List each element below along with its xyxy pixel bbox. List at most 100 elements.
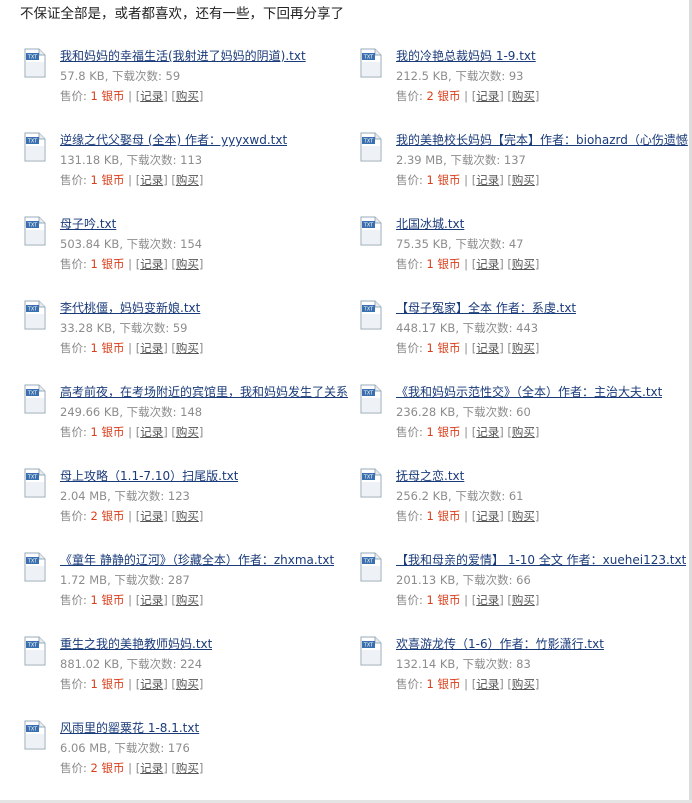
- txt-file-icon[interactable]: TXT: [360, 468, 382, 498]
- svg-text:TXT: TXT: [363, 55, 374, 61]
- attachment-filename-link[interactable]: 欢喜游龙传（1-6）作者：竹影潇行.txt: [396, 634, 604, 654]
- buy-link[interactable]: 购买: [512, 89, 535, 103]
- svg-text:TXT: TXT: [363, 223, 374, 229]
- txt-file-icon[interactable]: TXT: [360, 552, 382, 582]
- attachment-item: TXT 欢喜游龙传（1-6）作者：竹影潇行.txt 132.14 KB, 下载次…: [360, 634, 692, 718]
- attachment-size-downloads: 256.2 KB, 下载次数: 61: [396, 489, 524, 503]
- attachment-filename-link[interactable]: 【我和母亲的爱情】 1-10 全文 作者：xuehei123.txt: [396, 550, 686, 570]
- attachment-price-row: 售价: 1 银币 | [记录] [购买]: [396, 425, 540, 439]
- txt-file-icon[interactable]: TXT: [24, 552, 46, 582]
- record-link[interactable]: 记录: [476, 425, 499, 439]
- record-link[interactable]: 记录: [140, 509, 163, 523]
- price-amount: 2 银币: [90, 509, 125, 523]
- attachment-filename-link[interactable]: 我的冷艳总裁妈妈 1-9.txt: [396, 46, 539, 66]
- buy-link[interactable]: 购买: [512, 173, 535, 187]
- txt-file-icon[interactable]: TXT: [24, 216, 46, 246]
- attachment-size-downloads: 131.18 KB, 下载次数: 113: [60, 153, 203, 167]
- txt-file-icon[interactable]: TXT: [360, 636, 382, 666]
- price-amount: 2 银币: [90, 761, 125, 775]
- record-link[interactable]: 记录: [140, 173, 163, 187]
- attachment-filename-link[interactable]: 我的美艳校长妈妈【完本】作者：biohazrd（心伤遗憾: [396, 130, 688, 150]
- record-link[interactable]: 记录: [476, 593, 499, 607]
- attachment-item: TXT 【我和母亲的爱情】 1-10 全文 作者：xuehei123.txt 2…: [360, 550, 692, 634]
- buy-link[interactable]: 购买: [512, 509, 535, 523]
- svg-text:TXT: TXT: [27, 139, 38, 145]
- attachment-filename-link[interactable]: 北国冰城.txt: [396, 214, 539, 234]
- buy-link[interactable]: 购买: [176, 593, 199, 607]
- attachment-item: TXT 我的美艳校长妈妈【完本】作者：biohazrd（心伤遗憾 2.39 MB…: [360, 130, 692, 214]
- record-link[interactable]: 记录: [476, 341, 499, 355]
- txt-file-icon[interactable]: TXT: [360, 48, 382, 78]
- buy-link[interactable]: 购买: [176, 509, 199, 523]
- attachment-size-downloads: 33.28 KB, 下载次数: 59: [60, 321, 188, 335]
- txt-file-icon[interactable]: TXT: [24, 636, 46, 666]
- attachment-filename-link[interactable]: 《童年 静静的辽河》（珍藏全本）作者：zhxma.txt: [60, 550, 334, 570]
- attachment-filename-link[interactable]: 抚母之恋.txt: [396, 466, 539, 486]
- buy-link[interactable]: 购买: [512, 257, 535, 271]
- attachment-size-downloads: 1.72 MB, 下载次数: 287: [60, 573, 190, 587]
- record-link[interactable]: 记录: [140, 425, 163, 439]
- record-link[interactable]: 记录: [476, 257, 499, 271]
- svg-text:TXT: TXT: [27, 307, 38, 313]
- txt-file-icon[interactable]: TXT: [24, 384, 46, 414]
- post-intro-text: 不保证全部是，或者都喜欢，还有一些，下回再分享了: [20, 6, 344, 22]
- attachment-filename-link[interactable]: 我和妈妈的幸福生活(我射进了妈妈的阴道).txt: [60, 46, 306, 66]
- attachment-price-row: 售价: 1 银币 | [记录] [购买]: [396, 593, 540, 607]
- txt-file-icon[interactable]: TXT: [360, 384, 382, 414]
- attachment-item: TXT 重生之我的美艳教师妈妈.txt 881.02 KB, 下载次数: 224…: [24, 634, 360, 718]
- attachment-item: TXT 我和妈妈的幸福生活(我射进了妈妈的阴道).txt 57.8 KB, 下载…: [24, 46, 360, 130]
- attachment-item: TXT 北国冰城.txt 75.35 KB, 下载次数: 47 售价: 1 银币…: [360, 214, 692, 298]
- buy-link[interactable]: 购买: [176, 257, 199, 271]
- svg-text:TXT: TXT: [27, 727, 38, 733]
- attachment-size-downloads: 503.84 KB, 下载次数: 154: [60, 237, 203, 251]
- buy-link[interactable]: 购买: [176, 173, 199, 187]
- buy-link[interactable]: 购买: [512, 593, 535, 607]
- record-link[interactable]: 记录: [476, 677, 499, 691]
- attachment-item: TXT 高考前夜，在考场附近的宾馆里，我和妈妈发生了关系 249.66 KB, …: [24, 382, 360, 466]
- txt-file-icon[interactable]: TXT: [360, 216, 382, 246]
- attachment-size-downloads: 132.14 KB, 下载次数: 83: [396, 657, 531, 671]
- txt-file-icon[interactable]: TXT: [24, 132, 46, 162]
- attachment-filename-link[interactable]: 重生之我的美艳教师妈妈.txt: [60, 634, 212, 654]
- record-link[interactable]: 记录: [140, 593, 163, 607]
- attachment-price-row: 售价: 2 银币 | [记录] [购买]: [396, 89, 540, 103]
- txt-file-icon[interactable]: TXT: [360, 300, 382, 330]
- record-link[interactable]: 记录: [140, 761, 163, 775]
- attachment-filename-link[interactable]: 【母子冤家】全本 作者：系虔.txt: [396, 298, 576, 318]
- attachment-filename-link[interactable]: 风雨里的罂粟花 1-8.1.txt: [60, 718, 203, 738]
- svg-text:TXT: TXT: [27, 391, 38, 397]
- attachment-filename-link[interactable]: 逆缘之代父娶母 (全本) 作者：yyyxwd.txt: [60, 130, 287, 150]
- record-link[interactable]: 记录: [140, 89, 163, 103]
- buy-link[interactable]: 购买: [176, 425, 199, 439]
- attachment-item: TXT 《我和妈妈示范性交》（全本）作者：主治大夫.txt 236.28 KB,…: [360, 382, 692, 466]
- buy-link[interactable]: 购买: [176, 341, 199, 355]
- record-link[interactable]: 记录: [476, 89, 499, 103]
- attachment-size-downloads: 2.39 MB, 下载次数: 137: [396, 153, 526, 167]
- buy-link[interactable]: 购买: [176, 89, 199, 103]
- record-link[interactable]: 记录: [476, 509, 499, 523]
- buy-link[interactable]: 购买: [512, 425, 535, 439]
- svg-text:TXT: TXT: [363, 643, 374, 649]
- txt-file-icon[interactable]: TXT: [24, 48, 46, 78]
- attachment-filename-link[interactable]: 高考前夜，在考场附近的宾馆里，我和妈妈发生了关系: [60, 382, 348, 402]
- buy-link[interactable]: 购买: [512, 677, 535, 691]
- attachment-item: TXT 母子吟.txt 503.84 KB, 下载次数: 154 售价: 1 银…: [24, 214, 360, 298]
- record-link[interactable]: 记录: [476, 173, 499, 187]
- attachment-price-row: 售价: 1 银币 | [记录] [购买]: [60, 89, 204, 103]
- txt-file-icon[interactable]: TXT: [24, 720, 46, 750]
- svg-text:TXT: TXT: [363, 391, 374, 397]
- txt-file-icon[interactable]: TXT: [24, 468, 46, 498]
- buy-link[interactable]: 购买: [512, 341, 535, 355]
- txt-file-icon[interactable]: TXT: [360, 132, 382, 162]
- record-link[interactable]: 记录: [140, 677, 163, 691]
- attachment-filename-link[interactable]: 李代桃僵，妈妈变新娘.txt: [60, 298, 203, 318]
- buy-link[interactable]: 购买: [176, 677, 199, 691]
- attachment-filename-link[interactable]: 母上攻略（1.1-7.10）扫尾版.txt: [60, 466, 238, 486]
- record-link[interactable]: 记录: [140, 257, 163, 271]
- buy-link[interactable]: 购买: [176, 761, 199, 775]
- txt-file-icon[interactable]: TXT: [24, 300, 46, 330]
- attachment-filename-link[interactable]: 母子吟.txt: [60, 214, 203, 234]
- record-link[interactable]: 记录: [140, 341, 163, 355]
- attachment-item: TXT 逆缘之代父娶母 (全本) 作者：yyyxwd.txt 131.18 KB…: [24, 130, 360, 214]
- attachment-filename-link[interactable]: 《我和妈妈示范性交》（全本）作者：主治大夫.txt: [396, 382, 662, 402]
